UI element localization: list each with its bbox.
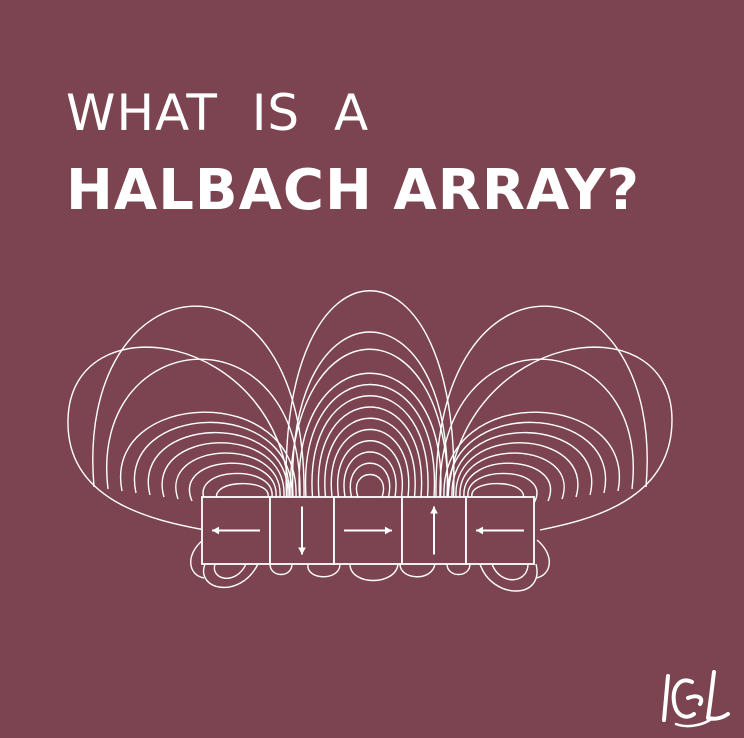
magnet-block-4 bbox=[401, 496, 467, 565]
magnet-block-3 bbox=[333, 496, 403, 565]
field-line bbox=[399, 563, 436, 578]
magnet-block-2 bbox=[269, 496, 335, 565]
field-line bbox=[459, 452, 565, 500]
field-line bbox=[355, 473, 385, 498]
field-line bbox=[491, 563, 529, 581]
halbach-array-diagram bbox=[67, 290, 673, 592]
field-line bbox=[446, 563, 471, 576]
field-line bbox=[479, 563, 538, 592]
field-line bbox=[535, 539, 550, 579]
field-line bbox=[213, 563, 247, 580]
magnet-block-1 bbox=[201, 496, 271, 565]
magnet-block-5 bbox=[465, 496, 535, 565]
field-line bbox=[311, 395, 429, 498]
icl-logo bbox=[662, 670, 730, 728]
field-line bbox=[175, 452, 281, 500]
field-line bbox=[161, 442, 285, 498]
magnet-blocks bbox=[201, 496, 535, 565]
field-line bbox=[105, 358, 301, 498]
field-line bbox=[202, 563, 259, 589]
field-line bbox=[455, 442, 579, 498]
field-line bbox=[291, 331, 449, 498]
field-line bbox=[439, 358, 635, 498]
field-line bbox=[349, 563, 399, 582]
field-line bbox=[307, 563, 341, 578]
field-line bbox=[269, 563, 293, 576]
